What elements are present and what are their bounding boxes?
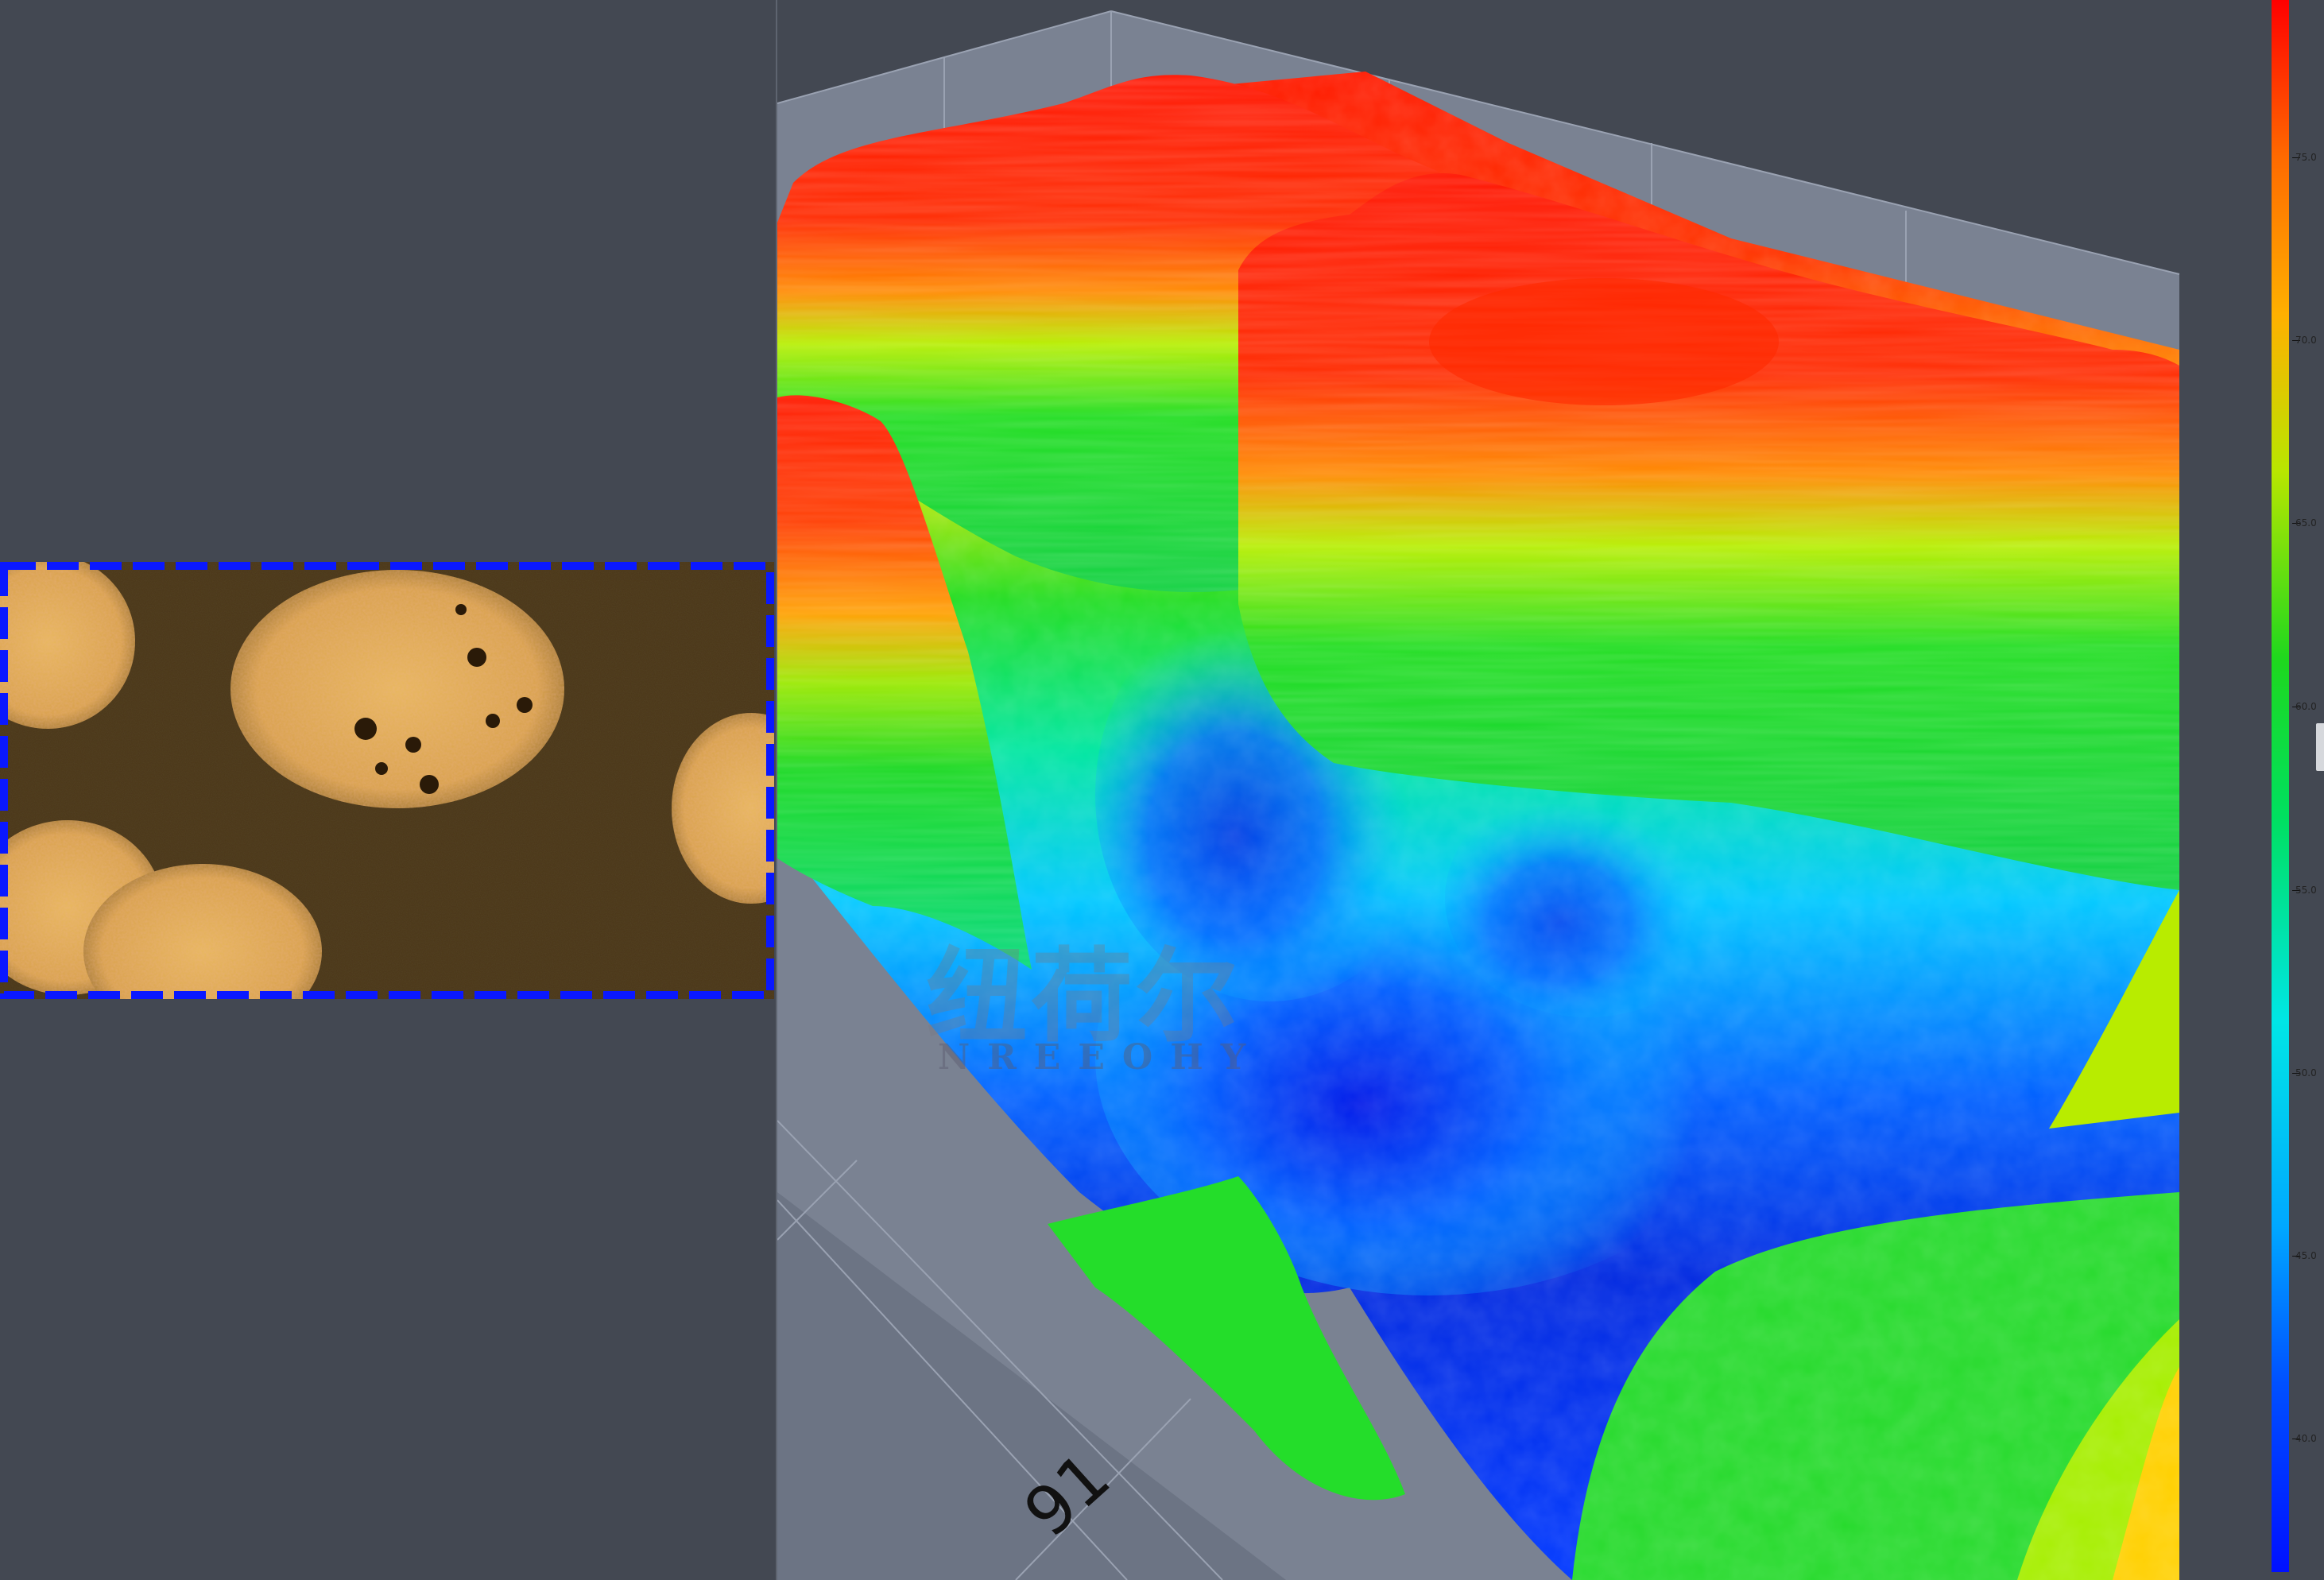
colorbar-tick-label: 50.0 bbox=[2295, 1067, 2317, 1079]
colorbar-tick-label: 45.0 bbox=[2295, 1250, 2317, 1261]
colorbar-tick-label: 60.0 bbox=[2295, 701, 2317, 712]
colorbar-tick-label: 75.0 bbox=[2295, 152, 2317, 163]
side-panel-handle[interactable] bbox=[2316, 723, 2324, 771]
height-colorbar bbox=[2272, 0, 2289, 1572]
watermark-latin: NREEOHY bbox=[938, 1037, 1264, 1078]
colorbar-tick-label: 40.0 bbox=[2295, 1433, 2317, 1444]
3d-surface-render bbox=[777, 10, 2180, 1580]
microscope-preview-image[interactable] bbox=[0, 562, 774, 999]
left-panel bbox=[0, 0, 776, 1580]
colorbar-tick-label: 55.0 bbox=[2295, 885, 2317, 896]
colorbar-tick-label: 65.0 bbox=[2295, 517, 2317, 529]
colorbar-tick-label: 70.0 bbox=[2295, 335, 2317, 346]
preview-texture bbox=[0, 562, 774, 999]
3d-surface-viewport[interactable]: 纽荷尔 NREEOHY 91 bbox=[777, 0, 2324, 1580]
